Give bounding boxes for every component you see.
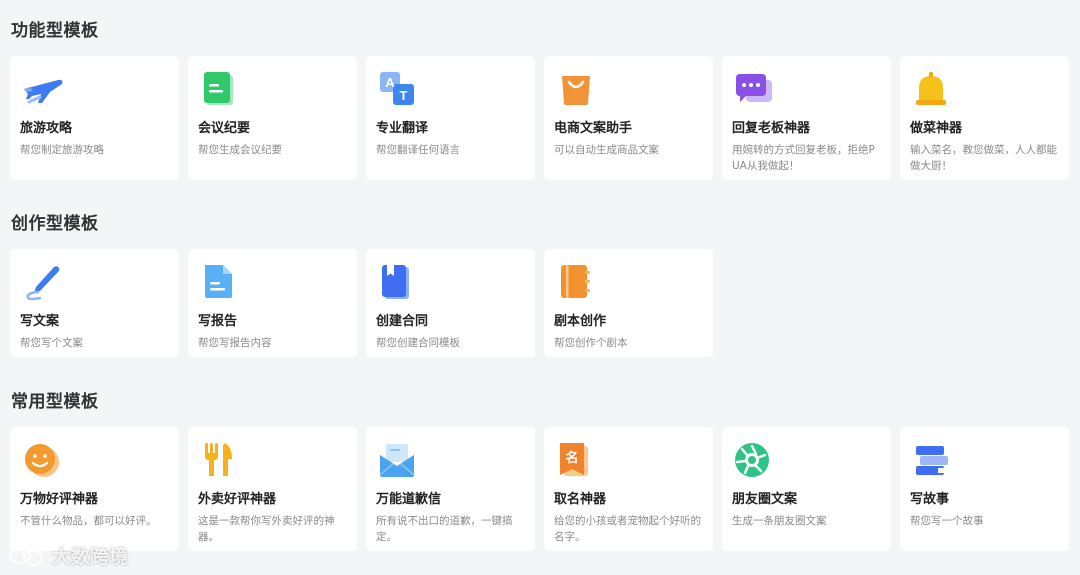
template-card-meeting-notes[interactable]: 会议纪要 帮您生成会议纪要 bbox=[188, 56, 357, 180]
chat-bubble-icon bbox=[736, 74, 772, 102]
pen-icon bbox=[26, 266, 60, 301]
card-title: 写故事 bbox=[910, 492, 950, 507]
card-title: 创建合同 bbox=[376, 314, 429, 329]
card-title: 取名神器 bbox=[554, 492, 607, 507]
notes-icon bbox=[204, 72, 233, 105]
card-desc: 帮您翻译任何语言 bbox=[376, 144, 460, 156]
template-card-report[interactable]: 写报告 帮您写报告内容 bbox=[188, 249, 357, 357]
svg-text:名: 名 bbox=[565, 450, 578, 466]
creative-template-grid: 写文案 帮您写个文案 写报告 帮您写报告内容 创建合同 帮您创建合同模板 剧本创… bbox=[10, 249, 713, 357]
fork-knife-icon bbox=[205, 443, 232, 476]
svg-text:A: A bbox=[385, 75, 395, 90]
card-desc: 帮您写一个故事 bbox=[910, 515, 984, 527]
template-card-translate[interactable]: A T 专业翻译 帮您翻译任何语言 bbox=[366, 56, 535, 180]
template-card-moments-copy[interactable]: 朋友圈文案 生成一条朋友圈文案 bbox=[722, 427, 891, 551]
document-icon bbox=[205, 265, 232, 298]
card-desc: 帮您创作个剧本 bbox=[554, 337, 628, 349]
card-title: 万能道歉信 bbox=[376, 492, 442, 507]
card-title: 专业翻译 bbox=[376, 121, 429, 136]
card-desc: 帮您创建合同模板 bbox=[376, 337, 460, 349]
books-icon bbox=[916, 446, 948, 475]
card-title: 写报告 bbox=[198, 314, 238, 329]
card-desc: 帮您写报告内容 bbox=[198, 337, 272, 349]
template-card-contract[interactable]: 创建合同 帮您创建合同模板 bbox=[366, 249, 535, 357]
card-title: 旅游攻略 bbox=[20, 121, 73, 136]
svg-text:T: T bbox=[400, 88, 408, 103]
template-card-copywriting[interactable]: 写文案 帮您写个文案 bbox=[10, 249, 179, 357]
template-card-story[interactable]: 写故事 帮您写一个故事 bbox=[900, 427, 1069, 551]
envelope-icon bbox=[379, 444, 415, 477]
common-template-grid: 万物好评神器 不管什么物品，都可以好评。 外卖好评神器 这是一款帮你写外卖好评的… bbox=[10, 427, 1069, 551]
airplane-icon bbox=[24, 79, 63, 104]
shopping-bag-icon bbox=[562, 76, 590, 105]
card-title: 万物好评神器 bbox=[20, 492, 99, 507]
card-desc: 这是一款帮你写外卖好评的神器。 bbox=[198, 515, 335, 543]
card-title: 外卖好评神器 bbox=[198, 492, 277, 507]
template-card-naming[interactable]: 名 取名神器 给您的小孩或者宠物起个好听的名字。 bbox=[544, 427, 713, 551]
card-title: 剧本创作 bbox=[554, 314, 607, 329]
template-card-cooking[interactable]: 做菜神器 输入菜名，教您做菜，人人都能做大厨！ bbox=[900, 56, 1069, 180]
card-desc: 用婉转的方式回复老板，拒绝PUA从我做起！ bbox=[732, 144, 875, 172]
card-desc: 可以自动生成商品文案 bbox=[554, 144, 659, 156]
card-desc: 给您的小孩或者宠物起个好听的名字。 bbox=[554, 515, 701, 543]
card-title: 写文案 bbox=[20, 314, 60, 329]
card-desc: 帮您生成会议纪要 bbox=[198, 144, 282, 156]
template-card-takeout-review[interactable]: 外卖好评神器 这是一款帮你写外卖好评的神器。 bbox=[188, 427, 357, 551]
card-desc: 生成一条朋友圈文案 bbox=[732, 515, 827, 527]
watermark-text: 大数跨境 bbox=[52, 546, 129, 568]
functional-template-grid: 旅游攻略 帮您制定旅游攻略 会议纪要 帮您生成会议纪要 A T 专业翻译 帮您翻… bbox=[10, 56, 1069, 180]
card-title: 电商文案助手 bbox=[554, 121, 633, 136]
section-title-common: 常用型模板 bbox=[11, 392, 99, 412]
card-desc: 帮您写个文案 bbox=[20, 337, 83, 349]
template-card-script[interactable]: 剧本创作 帮您创作个剧本 bbox=[544, 249, 713, 357]
card-title: 做菜神器 bbox=[910, 121, 963, 136]
template-card-apology-letter[interactable]: 万能道歉信 所有说不出口的道歉，一键搞定。 bbox=[366, 427, 535, 551]
card-title: 回复老板神器 bbox=[732, 121, 811, 136]
section-title-functional: 功能型模板 bbox=[11, 21, 99, 41]
card-desc: 帮您制定旅游攻略 bbox=[20, 144, 104, 156]
template-card-ecommerce-copy[interactable]: 电商文案助手 可以自动生成商品文案 bbox=[544, 56, 713, 180]
card-desc: 输入菜名，教您做菜，人人都能做大厨！ bbox=[910, 144, 1057, 172]
notebook-icon bbox=[561, 265, 590, 298]
name-tag-icon: 名 bbox=[560, 443, 588, 476]
template-card-universal-review[interactable]: 万物好评神器 不管什么物品，都可以好评。 bbox=[10, 427, 179, 551]
card-desc: 不管什么物品，都可以好评。 bbox=[20, 515, 157, 527]
book-icon bbox=[382, 265, 409, 299]
template-card-reply-boss[interactable]: 回复老板神器 用婉转的方式回复老板，拒绝PUA从我做起！ bbox=[722, 56, 891, 180]
bell-icon bbox=[916, 72, 946, 105]
section-title-creative: 创作型模板 bbox=[11, 214, 99, 234]
smiley-icon bbox=[25, 444, 59, 477]
card-title: 会议纪要 bbox=[198, 121, 251, 136]
wechat-logo-icon bbox=[9, 545, 43, 566]
template-card-travel[interactable]: 旅游攻略 帮您制定旅游攻略 bbox=[10, 56, 179, 180]
camera-shutter-icon bbox=[735, 443, 769, 477]
card-desc: 所有说不出口的道歉，一键搞定。 bbox=[376, 515, 513, 543]
card-title: 朋友圈文案 bbox=[732, 492, 798, 507]
translate-icon: A T bbox=[380, 72, 414, 105]
watermark: 大数跨境 bbox=[8, 542, 128, 569]
